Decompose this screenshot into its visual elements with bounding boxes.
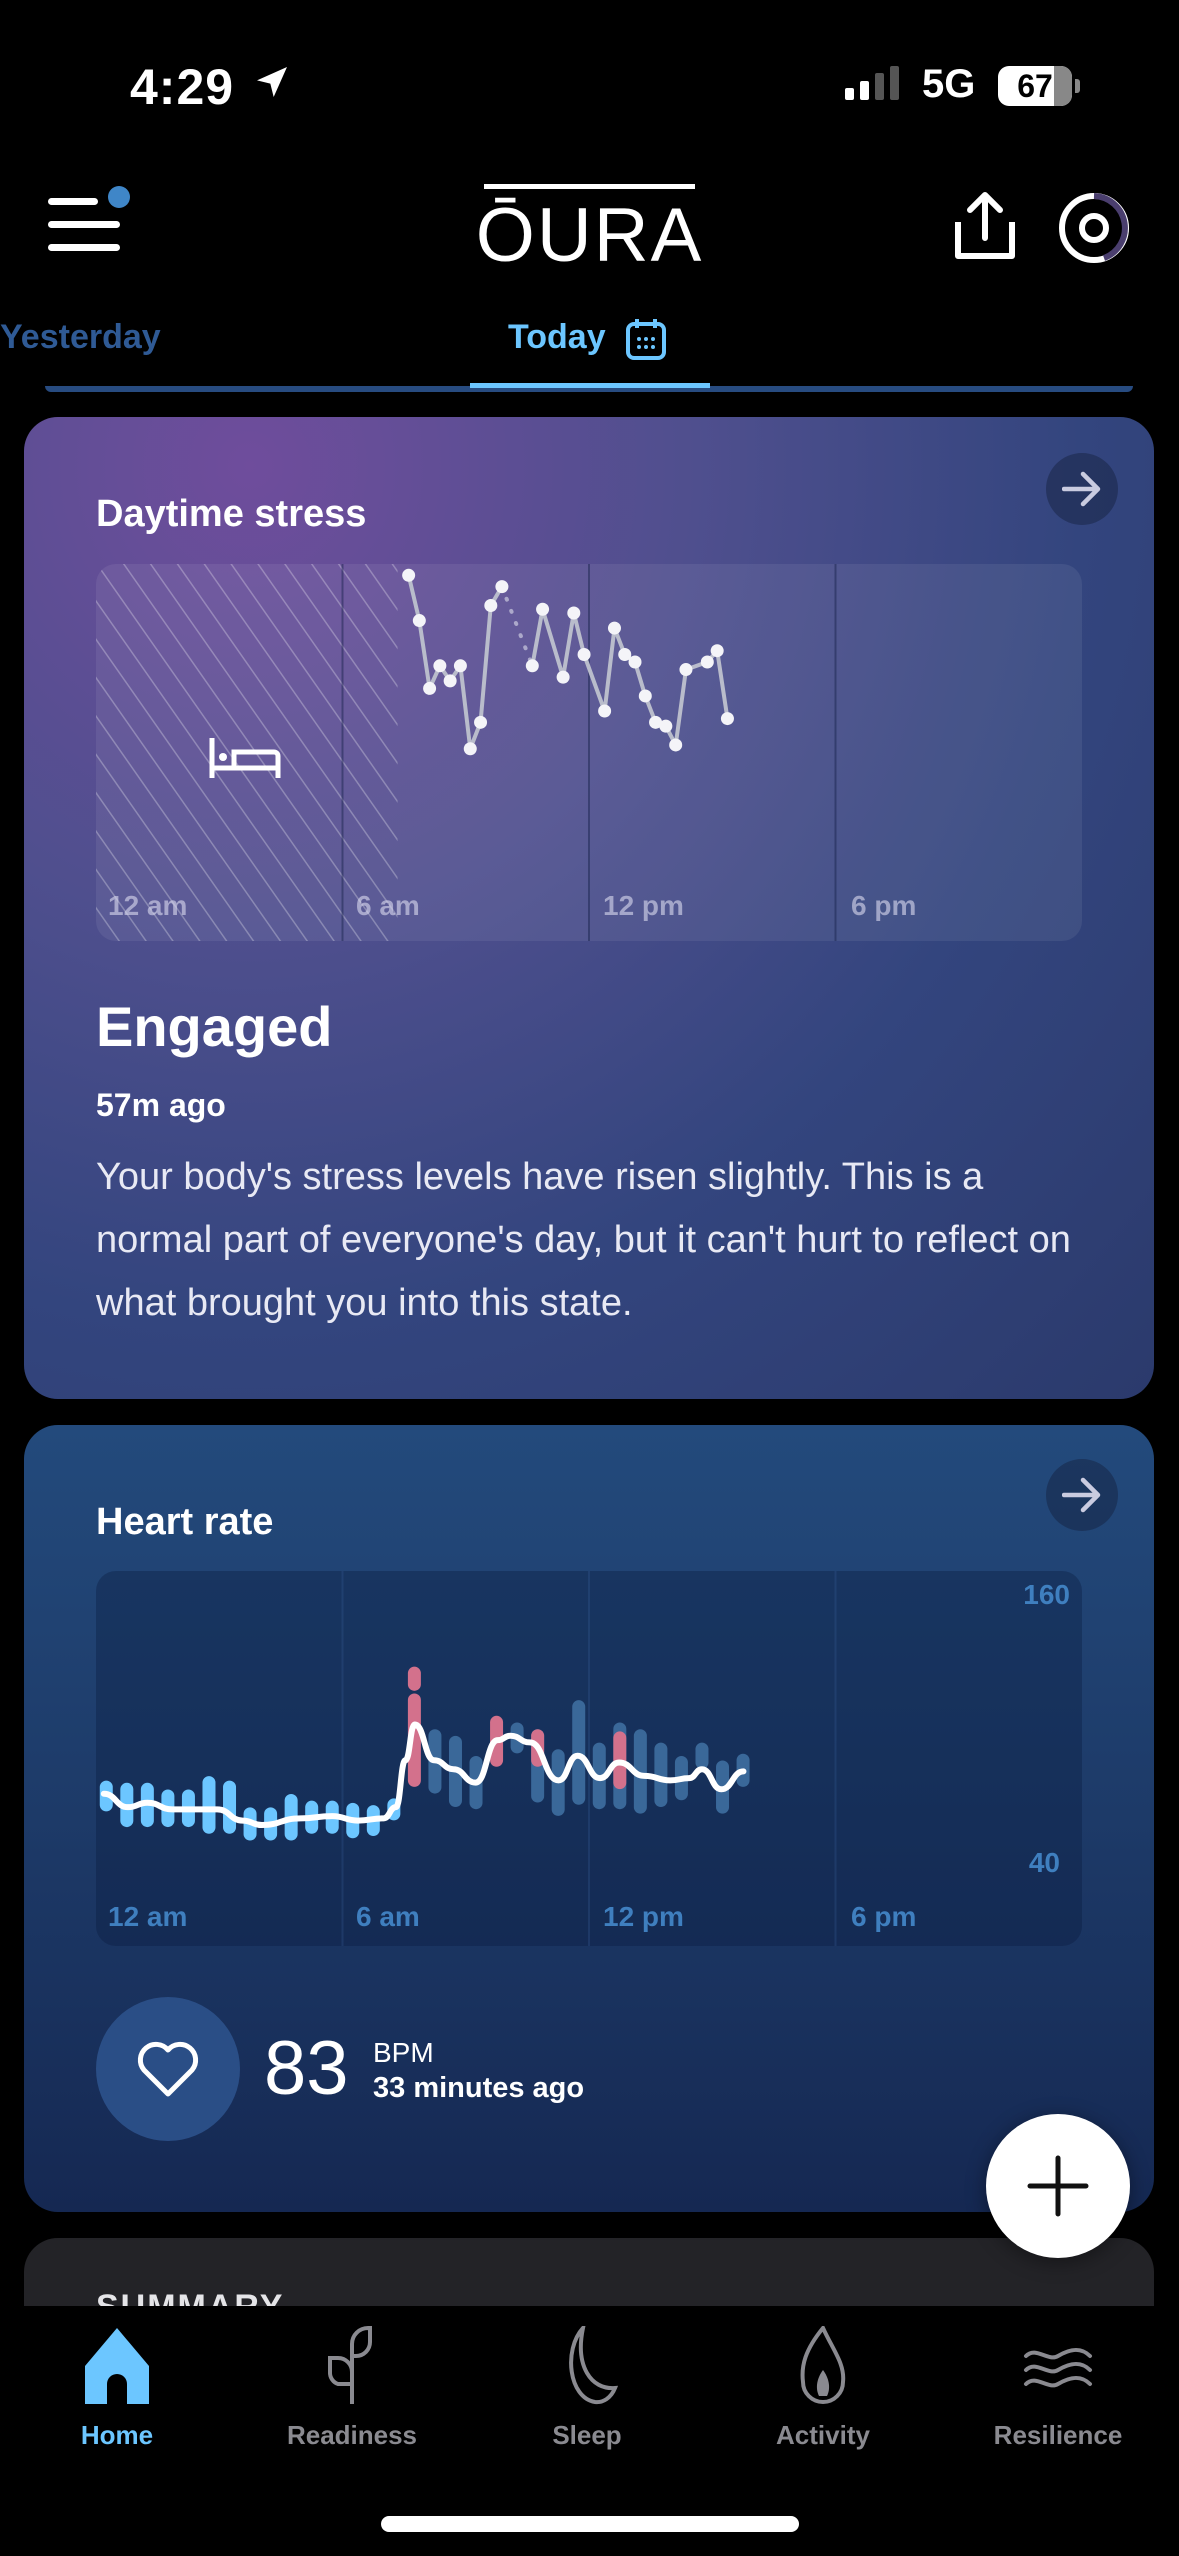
network-type: 5G: [922, 62, 976, 106]
stress-point: [659, 719, 673, 733]
stress-point: [433, 659, 447, 673]
heart-rate-chart: 160 40 12 am 6 am 12 pm 6 pm: [96, 1571, 1082, 1946]
stress-point: [669, 738, 683, 752]
arrow-right-icon: [1062, 471, 1101, 507]
heart-rate-chart-svg: [99, 1571, 837, 1946]
heart-icon: [137, 2041, 199, 2097]
stress-point: [474, 715, 488, 729]
card-title: Heart rate: [96, 1501, 274, 1543]
arrow-right-icon: [1062, 1477, 1101, 1513]
add-button[interactable]: [986, 2114, 1130, 2258]
flame-icon: [800, 2326, 846, 2404]
nav-label: Readiness: [286, 2420, 418, 2450]
stress-point: [536, 602, 550, 616]
y-tick: 40: [1028, 1847, 1060, 1878]
heart-badge: [96, 1997, 240, 2141]
x-tick: 6 am: [356, 890, 420, 921]
stress-point: [484, 598, 498, 612]
nav-label: Resilience: [993, 2420, 1123, 2450]
x-tick: 6 pm: [851, 1901, 917, 1932]
heart-rate-card[interactable]: Heart rate 160 40 12 am 6 am 12 pm 6 pm …: [24, 1425, 1154, 2212]
nav-label: Sleep: [552, 2420, 622, 2450]
stress-description: Your body's stress levels have risen sli…: [96, 1156, 1071, 1324]
sprout-icon: [328, 2326, 372, 2404]
stress-point: [443, 674, 457, 688]
cellular-signal-icon: [845, 66, 899, 100]
nav-label: Home: [80, 2420, 154, 2450]
location-arrow-icon: [257, 67, 287, 97]
plus-icon: [1027, 2155, 1089, 2217]
open-heart-rate-button[interactable]: [1046, 1459, 1118, 1531]
status-time: 4:29: [130, 59, 235, 115]
stress-point: [607, 621, 621, 635]
x-tick: 12 pm: [603, 1901, 684, 1932]
home-icon: [85, 2328, 149, 2404]
stress-point: [423, 681, 437, 695]
heart-rate-unit: BPM: [373, 2037, 434, 2068]
nav-sleep[interactable]: Sleep: [487, 2326, 687, 2451]
tab-today[interactable]: Today: [508, 318, 606, 357]
stress-point: [495, 580, 509, 594]
daytime-stress-card[interactable]: Daytime stress 12 am 6 am 12 pm 6 pm Eng…: [24, 417, 1154, 1399]
battery-icon: 67: [998, 66, 1072, 106]
stress-updated: 57m ago: [96, 1087, 226, 1123]
card-title: Daytime stress: [96, 493, 367, 535]
moon-icon: [569, 2326, 619, 2405]
nav-readiness[interactable]: Readiness: [252, 2326, 452, 2451]
stress-point: [628, 655, 642, 669]
stress-point: [720, 712, 734, 726]
calendar-icon[interactable]: [626, 318, 666, 360]
open-stress-button[interactable]: [1046, 453, 1118, 525]
stress-point: [463, 742, 477, 756]
stress-point: [598, 704, 612, 718]
x-tick: 6 pm: [851, 890, 917, 921]
nav-home[interactable]: Home: [17, 2326, 217, 2451]
stress-chart: 12 am 6 am 12 pm 6 pm: [96, 564, 1082, 941]
battery-tip: [1075, 79, 1080, 93]
stress-line-gap: [499, 584, 535, 668]
nav-label: Activity: [776, 2420, 870, 2450]
stress-point: [453, 659, 467, 673]
stress-point: [567, 606, 581, 620]
heart-rate-updated: 33 minutes ago: [373, 2072, 585, 2104]
nav-activity[interactable]: Activity: [723, 2326, 923, 2451]
waves-icon: [1024, 2348, 1092, 2388]
stress-point: [638, 689, 652, 703]
stress-point: [710, 644, 724, 658]
stress-point: [556, 670, 570, 684]
nav-resilience[interactable]: Resilience: [958, 2326, 1158, 2451]
x-tick: 12 am: [108, 890, 188, 921]
stress-point: [577, 647, 591, 661]
x-tick: 12 am: [108, 1901, 188, 1932]
x-tick: 12 pm: [603, 890, 684, 921]
stress-point: [402, 568, 416, 582]
share-icon[interactable]: [952, 190, 1018, 260]
tab-yesterday[interactable]: Yesterday: [0, 318, 161, 357]
home-indicator: [381, 2516, 799, 2532]
heart-rate-value: 83: [264, 2026, 349, 2111]
stress-point: [412, 614, 426, 628]
bed-icon: [209, 738, 281, 778]
tab-active-indicator: [470, 383, 710, 388]
x-tick: 6 am: [356, 1901, 420, 1932]
hr-average-line: [100, 1721, 747, 1829]
stress-point: [525, 659, 539, 673]
ring-status-icon[interactable]: [1056, 190, 1132, 266]
stress-point: [679, 663, 693, 677]
y-tick: 160: [1023, 1579, 1070, 1610]
stress-state: Engaged: [96, 995, 333, 1058]
stress-point: [700, 655, 714, 669]
